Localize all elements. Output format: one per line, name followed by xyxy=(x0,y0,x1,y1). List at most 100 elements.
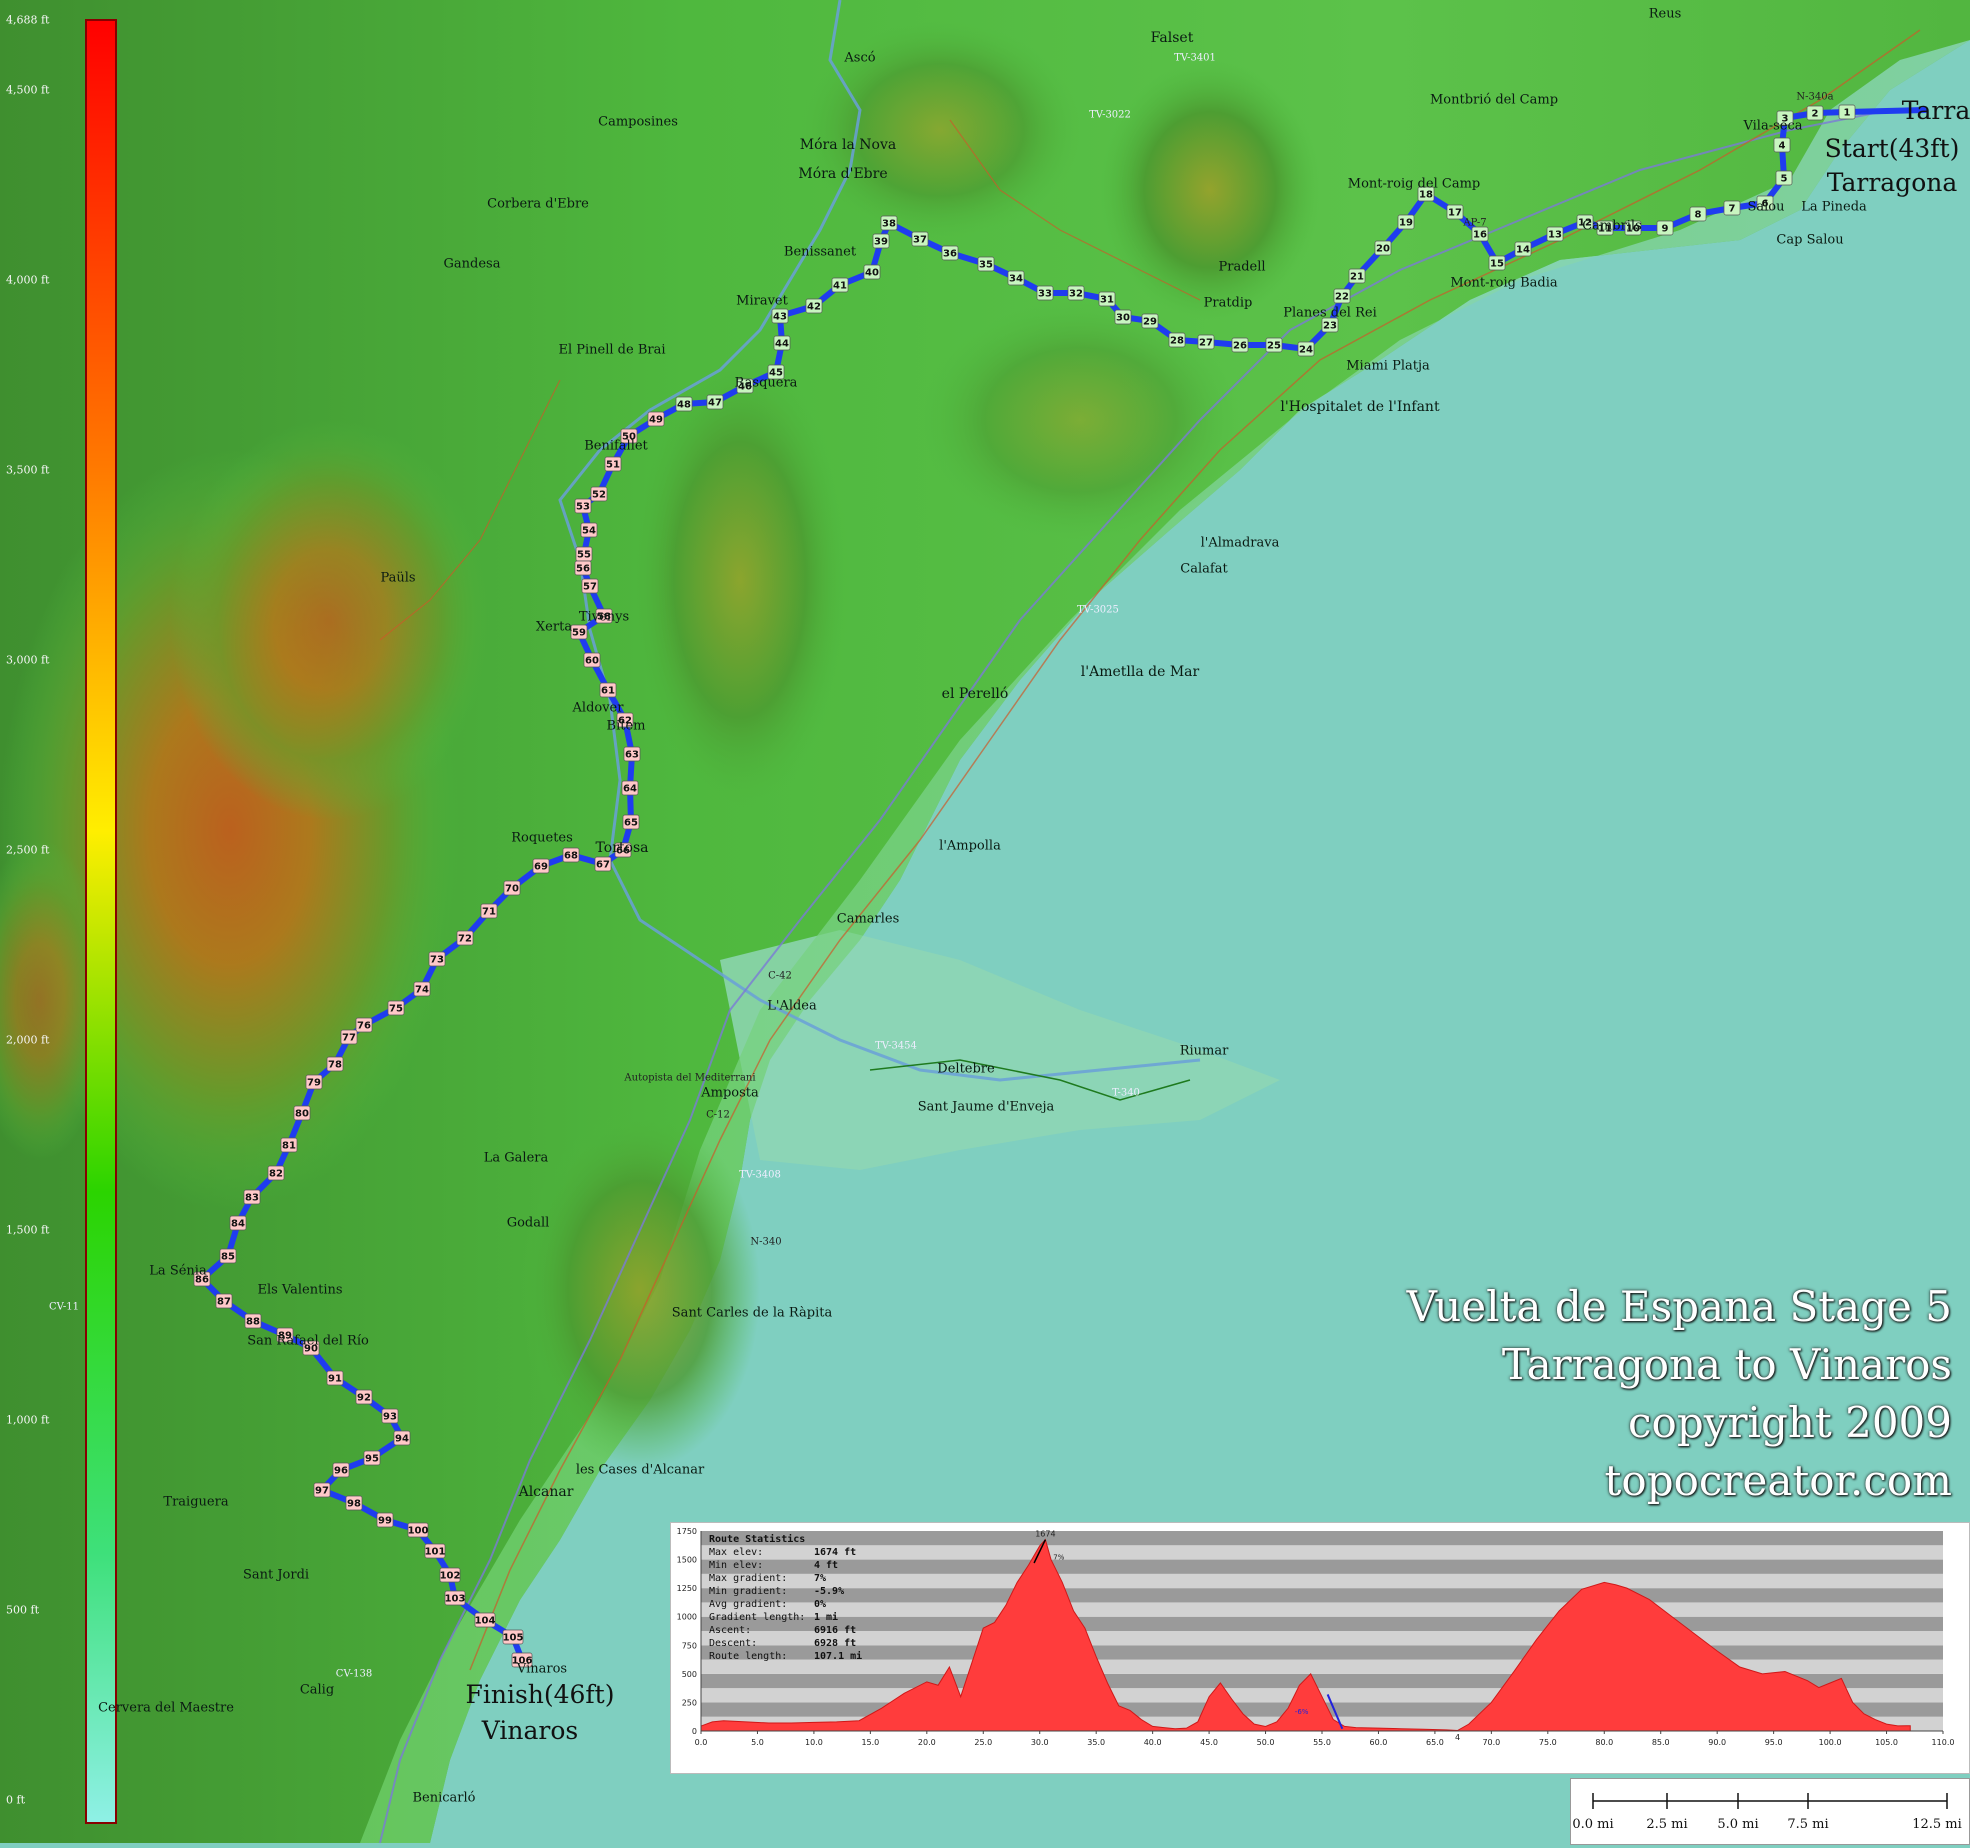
stat-label: Ascent: xyxy=(709,1625,752,1636)
route-marker: 33 xyxy=(1036,285,1054,301)
route-marker-number: 48 xyxy=(677,400,691,411)
route-marker: 13 xyxy=(1546,226,1564,242)
min-elevation-annotation: 4 xyxy=(1455,1733,1460,1742)
route-marker-number: 82 xyxy=(269,1169,283,1180)
x-tick-label: 20.0 xyxy=(918,1738,936,1747)
route-marker-number: 44 xyxy=(775,339,789,350)
route-marker: 61 xyxy=(599,682,617,698)
profile-band xyxy=(701,1645,1943,1660)
place-label: Planes del Rei xyxy=(1283,305,1377,321)
route-marker: 70 xyxy=(503,880,521,896)
route-marker: 40 xyxy=(863,264,881,280)
place-label: Amposta xyxy=(701,1085,759,1101)
route-marker: 57 xyxy=(581,578,599,594)
elevation-profile-chart: 1750 1500 1250 1000 750 500 250 0 0.0 5.0 10.0 15.0… xyxy=(677,1527,1955,1747)
place-label: San Rafael del Río xyxy=(247,1333,369,1349)
route-marker-number: 56 xyxy=(576,564,590,575)
stat-value: 4 ft xyxy=(814,1560,839,1571)
route-marker-number: 53 xyxy=(576,502,590,513)
y-tick-label: 1500 xyxy=(677,1556,697,1565)
stat-label: Min gradient: xyxy=(709,1586,788,1597)
road-label: C-12 xyxy=(706,1109,730,1121)
x-tick-label: 45.0 xyxy=(1200,1738,1218,1747)
route-marker: 9 xyxy=(1656,220,1674,236)
route-marker-number: 40 xyxy=(865,268,879,279)
route-marker-number: 43 xyxy=(773,312,787,323)
elevation-label-4500: 4,500 ft xyxy=(6,83,50,97)
x-tick-label: 70.0 xyxy=(1482,1738,1500,1747)
route-marker: 5 xyxy=(1775,170,1793,186)
route-marker: 42 xyxy=(805,298,823,314)
stat-label: Route length: xyxy=(709,1651,788,1662)
x-tick-label: 110.0 xyxy=(1932,1738,1955,1747)
route-marker: 68 xyxy=(562,847,580,863)
route-marker: 67 xyxy=(594,856,612,872)
route-marker-number: 59 xyxy=(572,628,586,639)
route-marker-number: 101 xyxy=(425,1547,446,1558)
stat-label: Avg gradient: xyxy=(709,1599,788,1610)
place-label: Alcanar xyxy=(518,1484,574,1500)
route-marker-number: 65 xyxy=(624,818,638,829)
x-tick-label: 10.0 xyxy=(805,1738,823,1747)
place-label: Corbera d'Ebre xyxy=(487,196,589,212)
route-marker-number: 98 xyxy=(347,1499,361,1510)
route-marker-number: 63 xyxy=(625,750,639,761)
place-label: Móra d'Ebre xyxy=(798,166,888,182)
route-marker-number: 61 xyxy=(601,686,615,697)
road-label: C-42 xyxy=(768,970,792,982)
route-marker-number: 67 xyxy=(596,860,610,871)
place-label: Benissanet xyxy=(783,244,857,260)
route-marker-number: 19 xyxy=(1399,218,1413,229)
road-label: T-340 xyxy=(1112,1087,1140,1099)
place-label: La Pineda xyxy=(1801,199,1867,215)
start-edge-label: Tarra xyxy=(1901,96,1970,125)
route-marker: 38 xyxy=(880,215,898,231)
route-marker: 20 xyxy=(1374,240,1392,256)
profile-band xyxy=(701,1616,1943,1631)
start-city-label: Tarragona xyxy=(1826,168,1958,197)
x-tick-label: 95.0 xyxy=(1765,1738,1783,1747)
max-elevation-annotation: 1674 xyxy=(1035,1530,1055,1539)
route-marker: 97 xyxy=(313,1482,331,1498)
stat-row: Route length: 107.1 mi xyxy=(709,1650,862,1663)
place-label: Benicarló xyxy=(412,1790,476,1806)
x-tick-label: 0.0 xyxy=(695,1738,708,1747)
route-marker-number: 16 xyxy=(1473,230,1487,241)
place-label: Xerta xyxy=(535,619,573,635)
x-tick-label: 75.0 xyxy=(1539,1738,1557,1747)
route-marker-number: 1 xyxy=(1844,108,1851,119)
place-label: Cervera del Maestre xyxy=(98,1700,234,1716)
route-marker: 48 xyxy=(675,396,693,412)
x-tick-label: 50.0 xyxy=(1257,1738,1275,1747)
place-label: Deltebre xyxy=(937,1061,995,1077)
scale-label: 7.5 mi xyxy=(1787,1817,1829,1832)
x-tick-label: 85.0 xyxy=(1652,1738,1670,1747)
route-marker-number: 32 xyxy=(1069,289,1083,300)
stat-label: Max elev: xyxy=(709,1547,764,1558)
route-marker: 54 xyxy=(580,522,598,538)
route-marker: 69 xyxy=(532,858,550,874)
route-marker-number: 104 xyxy=(475,1616,496,1627)
stat-label: Max gradient: xyxy=(709,1573,788,1584)
elevation-label-4000: 4,000 ft xyxy=(6,273,50,287)
route-marker: 92 xyxy=(355,1389,373,1405)
elevation-label-2000: 2,000 ft xyxy=(6,1033,50,1047)
stat-row: Gradient length: 1 mi xyxy=(709,1611,862,1624)
elevation-label-1000: 1,000 ft xyxy=(6,1413,50,1427)
route-marker: 76 xyxy=(355,1017,373,1033)
route-marker-number: 54 xyxy=(582,526,596,537)
route-marker: 98 xyxy=(345,1495,363,1511)
route-marker: 14 xyxy=(1514,241,1532,257)
route-marker: 77 xyxy=(340,1029,358,1045)
place-label: Miami Platja xyxy=(1346,358,1430,374)
x-tick-label: 55.0 xyxy=(1313,1738,1331,1747)
stat-row: Max elev: 1674 ft xyxy=(709,1546,862,1559)
route-marker: 35 xyxy=(977,256,995,272)
route-marker-number: 34 xyxy=(1009,274,1023,285)
route-marker-number: 102 xyxy=(440,1571,461,1582)
route-marker: 59 xyxy=(570,624,588,640)
place-label: l'Almadrava xyxy=(1200,535,1280,551)
route-marker: 104 xyxy=(475,1612,496,1628)
route-marker-number: 85 xyxy=(221,1252,235,1263)
place-label: Bitem xyxy=(606,718,646,734)
